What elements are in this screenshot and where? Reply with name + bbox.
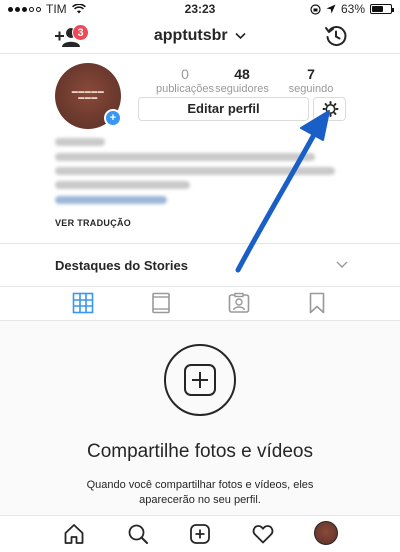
- status-right: 63%: [310, 2, 394, 16]
- chevron-down-icon: [235, 32, 246, 39]
- home-icon[interactable]: [63, 523, 85, 545]
- profile-tab-avatar[interactable]: [314, 521, 338, 545]
- empty-state-description: Quando você compartilhar fotos e vídeos,…: [86, 479, 314, 506]
- bottom-navigation: [0, 515, 400, 552]
- stories-highlights-label: Destaques do Stories: [55, 258, 188, 273]
- bio-line-blurred: [55, 181, 190, 189]
- stat-following[interactable]: 7 seguindo: [276, 66, 346, 95]
- bio-name-blurred: [55, 138, 105, 146]
- avatar-logo-text: ▬▬▬▬▬ ▬▬▬: [71, 89, 105, 101]
- plus-square-icon: [184, 364, 216, 396]
- bio-link-blurred[interactable]: [55, 196, 167, 204]
- empty-state-title: Compartilhe fotos e vídeos: [86, 441, 313, 462]
- history-icon[interactable]: [324, 24, 348, 48]
- stat-following-label: seguindo: [288, 83, 334, 95]
- battery-percent: 63%: [340, 2, 365, 16]
- username-label: apptutsbr: [153, 27, 228, 44]
- tagged-photos-icon[interactable]: [228, 292, 250, 314]
- profile-tabs: [0, 286, 400, 321]
- stat-followers[interactable]: 48 seguidores: [207, 66, 277, 95]
- grid-icon[interactable]: [72, 292, 94, 314]
- stories-highlights-row[interactable]: Destaques do Stories: [0, 244, 400, 286]
- see-translation-link[interactable]: VER TRADUÇÃO: [55, 218, 131, 228]
- feed-list-icon[interactable]: [150, 292, 172, 314]
- new-post-icon[interactable]: [189, 523, 211, 545]
- stat-followers-label: seguidores: [215, 83, 269, 95]
- stat-following-value: 7: [307, 66, 315, 82]
- settings-button[interactable]: [313, 97, 346, 121]
- share-photo-button[interactable]: [164, 344, 236, 416]
- bio-line-blurred: [55, 153, 315, 161]
- heart-activity-icon[interactable]: [252, 523, 274, 545]
- gear-icon: [322, 101, 339, 117]
- bio-line-blurred: [55, 167, 335, 175]
- profile-header: 3 apptutsbr: [0, 18, 400, 54]
- stat-followers-value: 48: [234, 66, 250, 82]
- location-icon: [326, 4, 336, 14]
- search-icon[interactable]: [127, 523, 149, 545]
- rotation-lock-icon: [310, 3, 321, 15]
- status-bar: TIM 23:23 63%: [0, 0, 400, 18]
- empty-posts-state: Compartilhe fotos e vídeos Quando você c…: [0, 321, 400, 515]
- chevron-down-icon: [336, 261, 348, 268]
- edit-profile-button[interactable]: Editar perfil: [138, 97, 309, 121]
- battery-icon: [370, 4, 394, 14]
- saved-bookmark-icon[interactable]: [306, 292, 328, 314]
- add-story-icon[interactable]: +: [104, 109, 122, 127]
